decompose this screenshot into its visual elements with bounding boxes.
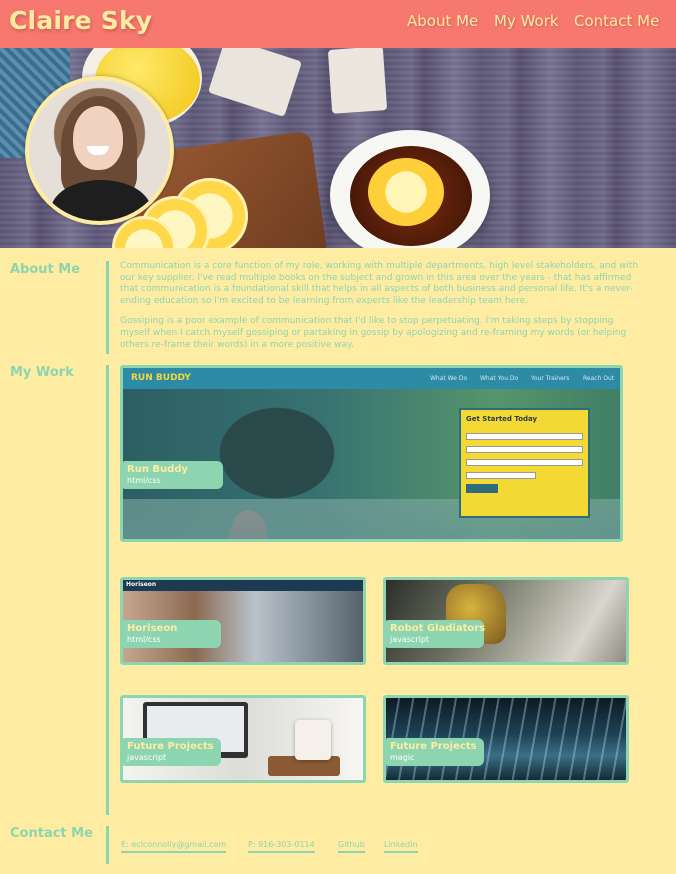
project-subtitle: html/css <box>127 476 161 485</box>
project-label: Run Buddy html/css <box>123 461 223 489</box>
contact-heading: Contact Me <box>10 826 93 841</box>
nav-my-work[interactable]: My Work <box>494 12 559 30</box>
project-subtitle: magic <box>390 753 415 762</box>
run-buddy-screenshot: RUN BUDDY What We Do What You Do Your Tr… <box>123 368 620 539</box>
project-title: Robot Gladiators <box>390 623 486 634</box>
about-divider <box>106 261 109 354</box>
project-card-future-projects-magic[interactable]: Future Projects magic <box>383 695 629 783</box>
project-label: Future Projects magic <box>386 738 484 766</box>
project-subtitle: javascript <box>127 753 167 762</box>
project-title: Horiseon <box>127 623 178 634</box>
project-card-horiseon[interactable]: Horiseon Horiseon html/css <box>120 577 366 665</box>
contact-email-link[interactable]: E: eclconnolly@gmail.com <box>121 840 227 853</box>
about-body: Communication is a core function of my r… <box>120 261 642 360</box>
project-card-robot-gladiators[interactable]: Robot Gladiators javascript <box>383 577 629 665</box>
horiseon-brand: Horiseon <box>126 581 157 588</box>
teabag-image <box>327 48 388 114</box>
nav-contact-me[interactable]: Contact Me <box>574 12 659 30</box>
about-paragraph: Gossiping is a poor example of communica… <box>120 316 627 350</box>
run-buddy-nav-item: What You Do <box>480 375 519 382</box>
about-heading: About Me <box>10 262 81 277</box>
contact-phone-link[interactable]: P: 916-303-0114 <box>248 840 315 853</box>
contact-divider <box>106 826 109 864</box>
run-buddy-form-title: Get Started Today <box>466 415 538 423</box>
profile-photo <box>25 76 174 225</box>
project-label: Robot Gladiators javascript <box>386 620 486 648</box>
site-brand[interactable]: Claire Sky <box>9 6 152 35</box>
run-buddy-nav-item: What We Do <box>430 375 468 382</box>
site-header: Claire Sky About Me My Work Contact Me <box>0 0 676 48</box>
about-paragraph: Communication is a core function of my r… <box>120 261 639 306</box>
project-label: Horiseon html/css <box>123 620 221 648</box>
work-heading: My Work <box>10 365 74 380</box>
project-card-run-buddy[interactable]: RUN BUDDY What We Do What You Do Your Tr… <box>120 365 623 542</box>
nav-about-me[interactable]: About Me <box>407 12 478 30</box>
project-label: Future Projects javascript <box>123 738 221 766</box>
project-title: Future Projects <box>390 741 477 752</box>
contact-linkedin-link[interactable]: LinkedIn <box>384 840 418 853</box>
run-buddy-nav-item: Your Trainers <box>531 375 570 382</box>
project-subtitle: javascript <box>390 635 430 644</box>
work-divider <box>106 365 109 815</box>
project-card-future-projects[interactable]: Future Projects javascript <box>120 695 366 783</box>
project-title: Future Projects <box>127 741 214 752</box>
run-buddy-brand: RUN BUDDY <box>131 373 191 383</box>
project-subtitle: html/css <box>127 635 161 644</box>
tea-lemon-image <box>368 158 444 226</box>
run-buddy-nav-item: Reach Out <box>583 375 615 382</box>
run-buddy-signup-form: Get Started Today <box>459 408 590 518</box>
contact-github-link[interactable]: Github <box>338 840 365 853</box>
project-title: Run Buddy <box>127 464 188 475</box>
